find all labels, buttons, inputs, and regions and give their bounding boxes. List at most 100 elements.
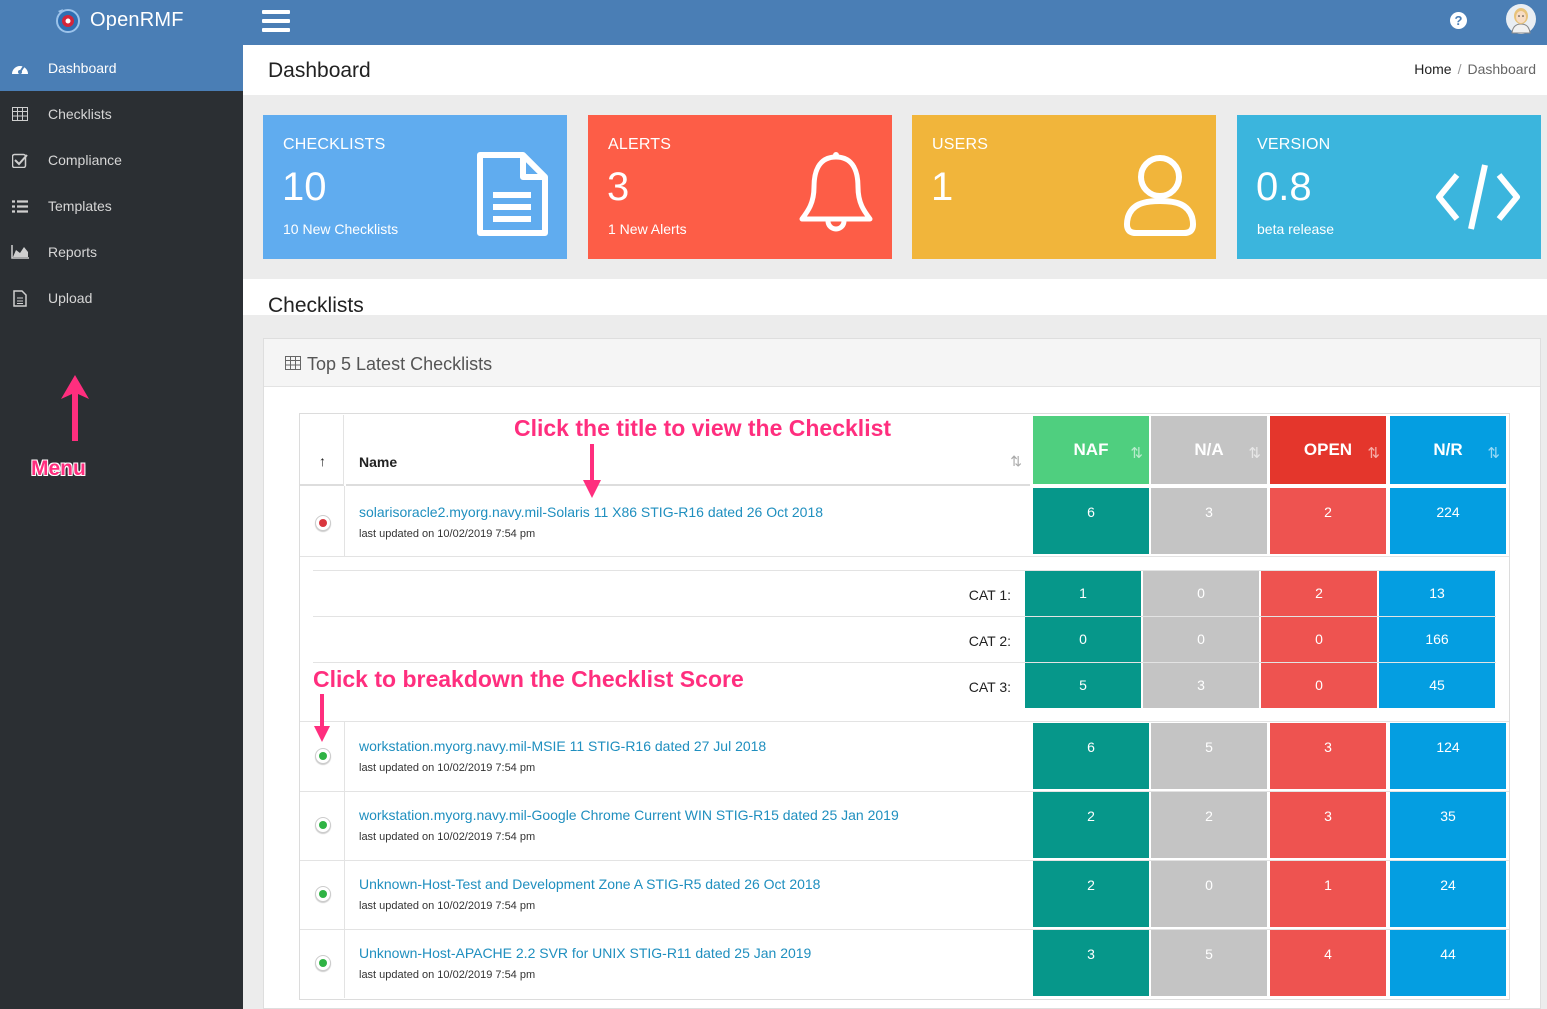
area-chart-icon [11, 243, 29, 261]
last-updated-text: last updated on 10/02/2019 7:54 pm [359, 528, 536, 540]
sidebar-item-templates[interactable]: Templates [0, 183, 243, 229]
alerts-info-box[interactable]: ALERTS 3 1 New Alerts [588, 115, 892, 259]
info-box-value: 10 [282, 165, 327, 209]
open-score-cell: 1 [1270, 861, 1386, 927]
user-icon [1124, 155, 1196, 236]
table-icon [285, 356, 301, 370]
info-box-subtext: 10 New Checklists [283, 221, 399, 237]
na-column-header[interactable]: N/A ⇅ [1151, 416, 1267, 484]
sort-column-header[interactable]: ↑ [300, 415, 344, 486]
sidebar-item-label: Reports [48, 244, 98, 260]
cat1-na-cell: 0 [1143, 571, 1259, 616]
category-label: CAT 3: [968, 679, 1011, 695]
openrmf-logo-icon [56, 9, 80, 33]
expand-breakdown-button[interactable] [315, 886, 331, 902]
sidebar-item-compliance[interactable]: Compliance [0, 137, 243, 183]
last-updated-text: last updated on 10/02/2019 7:54 pm [359, 762, 536, 774]
expand-breakdown-button[interactable] [315, 817, 331, 833]
nr-score-cell: 224 [1390, 488, 1506, 554]
open-score-cell: 2 [1270, 488, 1386, 554]
naf-column-header[interactable]: NAF ⇅ [1033, 416, 1149, 484]
info-box-value: 3 [607, 165, 630, 209]
open-column-header[interactable]: OPEN ⇅ [1270, 416, 1386, 484]
top-navbar: OpenRMF ? [0, 0, 1547, 45]
info-box-subtext: beta release [1257, 221, 1335, 237]
na-score-cell: 2 [1151, 792, 1267, 858]
naf-score-cell: 2 [1033, 792, 1149, 858]
na-score-cell: 5 [1151, 723, 1267, 789]
sidebar-item-label: Upload [48, 290, 93, 306]
sidebar-item-dashboard[interactable]: Dashboard [0, 45, 243, 91]
expand-breakdown-button[interactable] [315, 748, 331, 764]
checklists-section-header: Checklists [243, 279, 1547, 317]
sidebar-item-upload[interactable]: Upload [0, 275, 243, 321]
menu-annotation-arrow-icon [61, 375, 89, 441]
cat3-open-cell: 0 [1261, 663, 1377, 708]
expand-breakdown-button[interactable] [315, 955, 331, 971]
collapse-breakdown-button[interactable] [315, 515, 331, 531]
annotation-arrow-icon [583, 444, 601, 498]
cat3-naf-cell: 5 [1025, 663, 1141, 708]
card-title: Top 5 Latest Checklists [307, 354, 493, 374]
sidebar-toggle-button[interactable] [262, 10, 290, 32]
sidebar-item-checklists[interactable]: Checklists [0, 91, 243, 137]
open-score-cell: 3 [1270, 723, 1386, 789]
code-icon [1436, 164, 1520, 230]
checklist-title-link[interactable]: workstation.myorg.navy.mil-Google Chrome… [359, 807, 899, 823]
na-score-cell: 5 [1151, 930, 1267, 996]
title-click-annotation: Click the title to view the Checklist [514, 415, 892, 441]
name-header-label: Name [359, 454, 398, 470]
category-label: CAT 2: [968, 633, 1011, 649]
sort-icon: ⇅ [1010, 453, 1022, 469]
naf-score-cell: 6 [1033, 723, 1149, 789]
document-icon [477, 152, 548, 236]
users-info-box[interactable]: USERS 1 [912, 115, 1216, 259]
table-icon [11, 105, 29, 123]
brand[interactable]: OpenRMF [52, 4, 184, 36]
info-box-subtext: 1 New Alerts [608, 221, 687, 237]
breadcrumb-home-link[interactable]: Home [1414, 61, 1451, 77]
naf-header-label: NAF [1073, 440, 1109, 459]
sidebar: Dashboard Checklists Compliance Template… [0, 45, 243, 1009]
nr-score-cell: 35 [1390, 792, 1506, 858]
cat2-nr-cell: 166 [1379, 617, 1495, 662]
check-square-icon [11, 151, 29, 169]
info-box-title: VERSION [1257, 136, 1331, 153]
cat3-nr-cell: 45 [1379, 663, 1495, 708]
na-score-cell: 0 [1151, 861, 1267, 927]
sidebar-item-label: Templates [48, 198, 112, 214]
info-box-value: 1 [931, 165, 954, 209]
checklist-title-link[interactable]: Unknown-Host-APACHE 2.2 SVR for UNIX STI… [359, 945, 811, 961]
info-box-title: USERS [932, 136, 989, 153]
checklist-title-link[interactable]: Unknown-Host-Test and Development Zone A… [359, 876, 820, 892]
naf-score-cell: 2 [1033, 861, 1149, 927]
nr-score-cell: 24 [1390, 861, 1506, 927]
bell-icon [799, 152, 873, 232]
info-box-title: CHECKLISTS [283, 136, 386, 153]
sidebar-item-reports[interactable]: Reports [0, 229, 243, 275]
column-divider [344, 486, 345, 556]
user-avatar[interactable] [1505, 3, 1537, 35]
sidebar-item-label: Compliance [48, 152, 122, 168]
info-box-title: ALERTS [608, 136, 672, 153]
nr-column-header[interactable]: N/R ⇅ [1390, 416, 1506, 484]
sidebar-item-label: Checklists [48, 106, 112, 122]
last-updated-text: last updated on 10/02/2019 7:54 pm [359, 900, 536, 912]
last-updated-text: last updated on 10/02/2019 7:54 pm [359, 831, 536, 843]
sort-icon: ⇅ [1487, 445, 1500, 462]
version-info-box[interactable]: VERSION 0.8 beta release [1237, 115, 1541, 259]
checklists-info-box[interactable]: CHECKLISTS 10 10 New Checklists [263, 115, 567, 259]
last-updated-text: last updated on 10/02/2019 7:54 pm [359, 969, 536, 981]
sort-arrow-icon: ↑ [319, 453, 326, 469]
nr-score-cell: 44 [1390, 930, 1506, 996]
cat1-nr-cell: 13 [1379, 571, 1495, 616]
checklist-title-link[interactable]: workstation.myorg.navy.mil-MSIE 11 STIG-… [359, 738, 766, 754]
cat2-na-cell: 0 [1143, 617, 1259, 662]
open-score-cell: 4 [1270, 930, 1386, 996]
info-box-value: 0.8 [1256, 165, 1312, 209]
cat1-open-cell: 2 [1261, 571, 1377, 616]
checklist-title-link[interactable]: solarisoracle2.myorg.navy.mil-Solaris 11… [359, 504, 823, 520]
help-icon[interactable]: ? [1450, 12, 1467, 29]
dashboard-icon [11, 59, 29, 77]
nr-header-label: N/R [1433, 440, 1463, 459]
